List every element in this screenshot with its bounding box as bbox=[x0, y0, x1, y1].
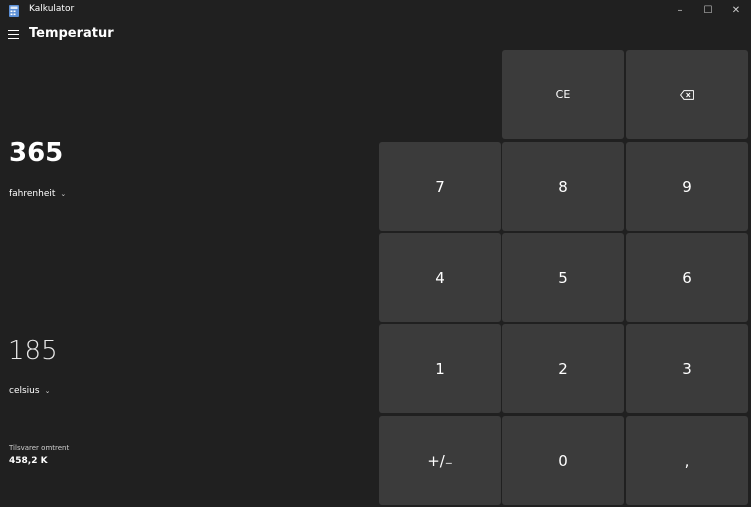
digit-8-button[interactable]: 8 bbox=[502, 142, 624, 231]
decimal-separator-button[interactable]: , bbox=[626, 416, 748, 505]
digit-5-button[interactable]: 5 bbox=[502, 233, 624, 322]
clear-entry-button[interactable]: CE bbox=[502, 50, 624, 139]
from-unit-label: fahrenheit bbox=[9, 189, 56, 199]
maximize-button[interactable]: ☐ bbox=[693, 0, 723, 20]
chevron-down-icon: ⌄ bbox=[60, 190, 67, 198]
digit-1-button[interactable]: 1 bbox=[379, 324, 501, 413]
digit-7-button[interactable]: 7 bbox=[379, 142, 501, 231]
equivalent-value: 458,2 K bbox=[9, 456, 48, 466]
title-bar: Kalkulator – ☐ ✕ bbox=[0, 0, 751, 20]
close-button[interactable]: ✕ bbox=[721, 0, 751, 20]
to-unit-label: celsius bbox=[9, 386, 40, 396]
digit-9-button[interactable]: 9 bbox=[626, 142, 748, 231]
from-unit-dropdown[interactable]: fahrenheit ⌄ bbox=[9, 189, 66, 199]
chevron-down-icon: ⌄ bbox=[44, 387, 51, 395]
digit-3-button[interactable]: 3 bbox=[626, 324, 748, 413]
backspace-icon bbox=[680, 89, 694, 100]
calculator-app-icon bbox=[9, 5, 19, 17]
digit-4-button[interactable]: 4 bbox=[379, 233, 501, 322]
minimize-button[interactable]: – bbox=[665, 0, 695, 20]
negate-button[interactable]: +/₋ bbox=[379, 416, 501, 505]
mode-title: Temperatur bbox=[29, 26, 114, 41]
backspace-button[interactable] bbox=[626, 50, 748, 139]
input-value[interactable]: 365 bbox=[9, 138, 63, 168]
menu-icon[interactable] bbox=[8, 30, 19, 39]
digit-6-button[interactable]: 6 bbox=[626, 233, 748, 322]
to-unit-dropdown[interactable]: celsius ⌄ bbox=[9, 386, 50, 396]
output-value[interactable]: 185 bbox=[8, 336, 58, 366]
equivalent-label: Tilsvarer omtrent bbox=[9, 444, 70, 452]
app-title: Kalkulator bbox=[29, 4, 75, 14]
digit-0-button[interactable]: 0 bbox=[502, 416, 624, 505]
digit-2-button[interactable]: 2 bbox=[502, 324, 624, 413]
